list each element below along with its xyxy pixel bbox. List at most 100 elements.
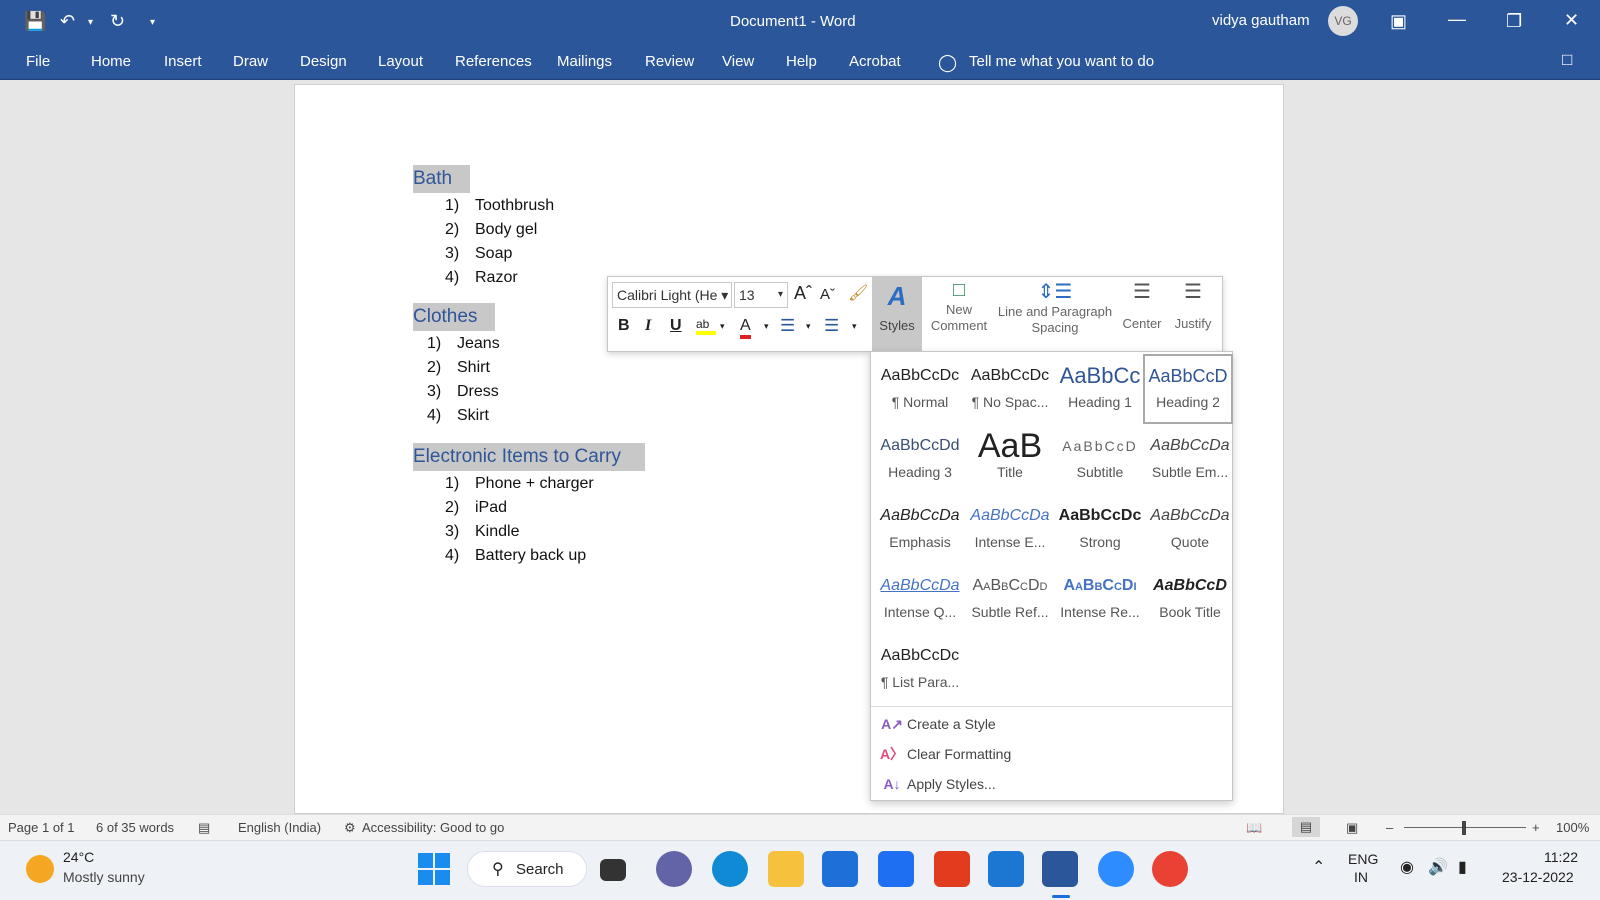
language[interactable]: English (India) — [238, 820, 321, 835]
highlight-icon[interactable]: ab — [696, 317, 716, 335]
style-strong[interactable]: AaBbCcDc Strong — [1055, 496, 1145, 566]
style-book-title[interactable]: AaBbCcD Book Title — [1145, 566, 1235, 636]
lightbulb-icon[interactable]: ◯ — [938, 53, 957, 73]
tab-help[interactable]: Help — [786, 53, 817, 70]
bullets-dropdown-icon[interactable]: ▾ — [806, 321, 811, 332]
teams-chat-icon[interactable] — [656, 851, 692, 887]
zoom-out-icon[interactable]: – — [1386, 820, 1393, 835]
list-item[interactable]: 4) Battery back up — [445, 545, 586, 567]
accessibility-status[interactable]: Accessibility: Good to go — [362, 820, 504, 835]
list-item[interactable]: 4) Razor — [445, 267, 518, 289]
wifi-icon[interactable]: ◉ — [1400, 857, 1414, 877]
undo-dropdown-icon[interactable]: ▾ — [88, 13, 93, 33]
shrink-font-icon[interactable]: Aˇ — [820, 286, 835, 303]
style-intense-quote[interactable]: AaBbCcDa Intense Q... — [875, 566, 965, 636]
page-count[interactable]: Page 1 of 1 — [8, 820, 75, 835]
tab-review[interactable]: Review — [645, 53, 694, 70]
bullets-icon[interactable]: ☰ — [780, 316, 795, 336]
list-item[interactable]: 4) Skirt — [427, 405, 489, 427]
redo-icon[interactable]: ↻ — [110, 11, 125, 31]
proofing-icon[interactable]: ▤ — [198, 820, 210, 836]
user-name[interactable]: vidya gautham — [1212, 12, 1310, 29]
comments-icon[interactable]: □ — [1562, 50, 1572, 70]
tab-acrobat[interactable]: Acrobat — [849, 53, 901, 70]
heading-electronics[interactable]: Electronic Items to Carry — [413, 443, 645, 471]
heading-bath[interactable]: Bath — [413, 165, 470, 193]
list-item[interactable]: 1) Jeans — [427, 333, 500, 355]
battery-icon[interactable]: ▮ — [1458, 857, 1467, 877]
new-comment-button[interactable]: □ New Comment — [926, 279, 992, 334]
numbering-dropdown-icon[interactable]: ▾ — [852, 321, 857, 332]
zoom-in-icon[interactable]: + — [1532, 820, 1540, 835]
tab-home[interactable]: Home — [91, 53, 131, 70]
list-item[interactable]: 1) Phone + charger — [445, 473, 594, 495]
list-item[interactable]: 2) Shirt — [427, 357, 490, 379]
file-explorer-icon[interactable] — [768, 851, 804, 887]
weather-icon[interactable] — [26, 855, 54, 883]
tab-insert[interactable]: Insert — [164, 53, 202, 70]
store-icon[interactable] — [822, 851, 858, 887]
tab-mailings[interactable]: Mailings — [557, 53, 612, 70]
office-icon[interactable] — [934, 851, 970, 887]
volume-icon[interactable]: 🔊 — [1428, 857, 1448, 877]
zoom-level[interactable]: 100% — [1556, 820, 1589, 835]
clear-formatting-item[interactable]: A〉 Clear Formatting — [877, 740, 1217, 768]
font-size-box[interactable]: 13 ▾ — [734, 282, 788, 308]
style-subtle-emphasis[interactable]: AaBbCcDa Subtle Em... — [1145, 426, 1235, 496]
print-layout-icon[interactable]: ▤ — [1292, 817, 1320, 837]
chrome-icon[interactable] — [1152, 851, 1188, 887]
close-icon[interactable]: ✕ — [1564, 10, 1579, 30]
customize-qat-icon[interactable]: ▾ — [150, 13, 155, 33]
word-icon[interactable] — [1042, 851, 1078, 887]
style-heading-1[interactable]: AaBbCc Heading 1 — [1055, 356, 1145, 426]
underline-button[interactable]: U — [670, 317, 682, 335]
web-layout-icon[interactable]: ▣ — [1346, 820, 1358, 836]
list-item[interactable]: 3) Dress — [427, 381, 499, 403]
input-lang-1[interactable]: ENG — [1348, 851, 1378, 867]
font-color-dropdown-icon[interactable]: ▾ — [764, 321, 769, 332]
style-heading-3[interactable]: AaBbCcDd Heading 3 — [875, 426, 965, 496]
read-mode-icon[interactable]: 📖 — [1246, 820, 1262, 836]
italic-button[interactable]: I — [645, 317, 651, 335]
avatar[interactable]: VG — [1328, 6, 1358, 36]
list-item[interactable]: 3) Soap — [445, 243, 512, 265]
style-quote[interactable]: AaBbCcDa Quote — [1145, 496, 1235, 566]
style-title[interactable]: AaB Title — [965, 426, 1055, 496]
minimize-icon[interactable]: — — [1448, 9, 1466, 29]
weather-desc[interactable]: Mostly sunny — [63, 869, 145, 885]
bold-button[interactable]: B — [618, 317, 630, 335]
style-list-paragraph[interactable]: AaBbCcDc ¶ List Para... — [875, 636, 965, 706]
tell-me-search[interactable]: Tell me what you want to do — [969, 53, 1154, 70]
chevron-up-icon[interactable]: ⌃ — [1312, 857, 1325, 877]
center-button[interactable]: ☰ Center — [1118, 279, 1166, 331]
tab-draw[interactable]: Draw — [233, 53, 268, 70]
style-subtitle[interactable]: AaBbCcD Subtitle — [1055, 426, 1145, 496]
undo-icon[interactable]: ↶ — [60, 11, 75, 31]
style-subtle-reference[interactable]: AaBbCcDd Subtle Ref... — [965, 566, 1055, 636]
temperature[interactable]: 24°C — [63, 849, 94, 865]
create-style-item[interactable]: A↗ Create a Style — [877, 710, 1217, 738]
save-icon[interactable]: 💾 — [24, 11, 46, 31]
word-count[interactable]: 6 of 35 words — [96, 820, 174, 835]
clock-date[interactable]: 23-12-2022 — [1502, 869, 1574, 885]
input-lang-2[interactable]: IN — [1354, 869, 1368, 885]
style-normal[interactable]: AaBbCcDc ¶ Normal — [875, 356, 965, 426]
highlight-dropdown-icon[interactable]: ▾ — [720, 321, 725, 332]
tab-layout[interactable]: Layout — [378, 53, 423, 70]
style-heading-2[interactable]: AaBbCcD Heading 2 — [1143, 354, 1233, 424]
apply-styles-item[interactable]: A↓ Apply Styles... — [877, 770, 1217, 798]
tab-design[interactable]: Design — [300, 53, 347, 70]
list-item[interactable]: 1) Toothbrush — [445, 195, 554, 217]
numbering-icon[interactable]: ☰ — [824, 316, 839, 336]
tab-file[interactable]: File — [26, 53, 50, 70]
format-painter-icon[interactable]: 🖌 — [848, 283, 868, 303]
heading-clothes[interactable]: Clothes — [413, 303, 495, 331]
grow-font-icon[interactable]: Aˆ — [794, 283, 812, 304]
ribbon-display-icon[interactable]: ▣ — [1390, 11, 1407, 31]
clock-time[interactable]: 11:22 — [1544, 849, 1578, 865]
list-item[interactable]: 2) Body gel — [445, 219, 537, 241]
list-item[interactable]: 2) iPad — [445, 497, 507, 519]
style-intense-reference[interactable]: AaBbCcDi Intense Re... — [1055, 566, 1145, 636]
style-intense-emphasis[interactable]: AaBbCcDa Intense E... — [965, 496, 1055, 566]
style-emphasis[interactable]: AaBbCcDa Emphasis — [875, 496, 965, 566]
